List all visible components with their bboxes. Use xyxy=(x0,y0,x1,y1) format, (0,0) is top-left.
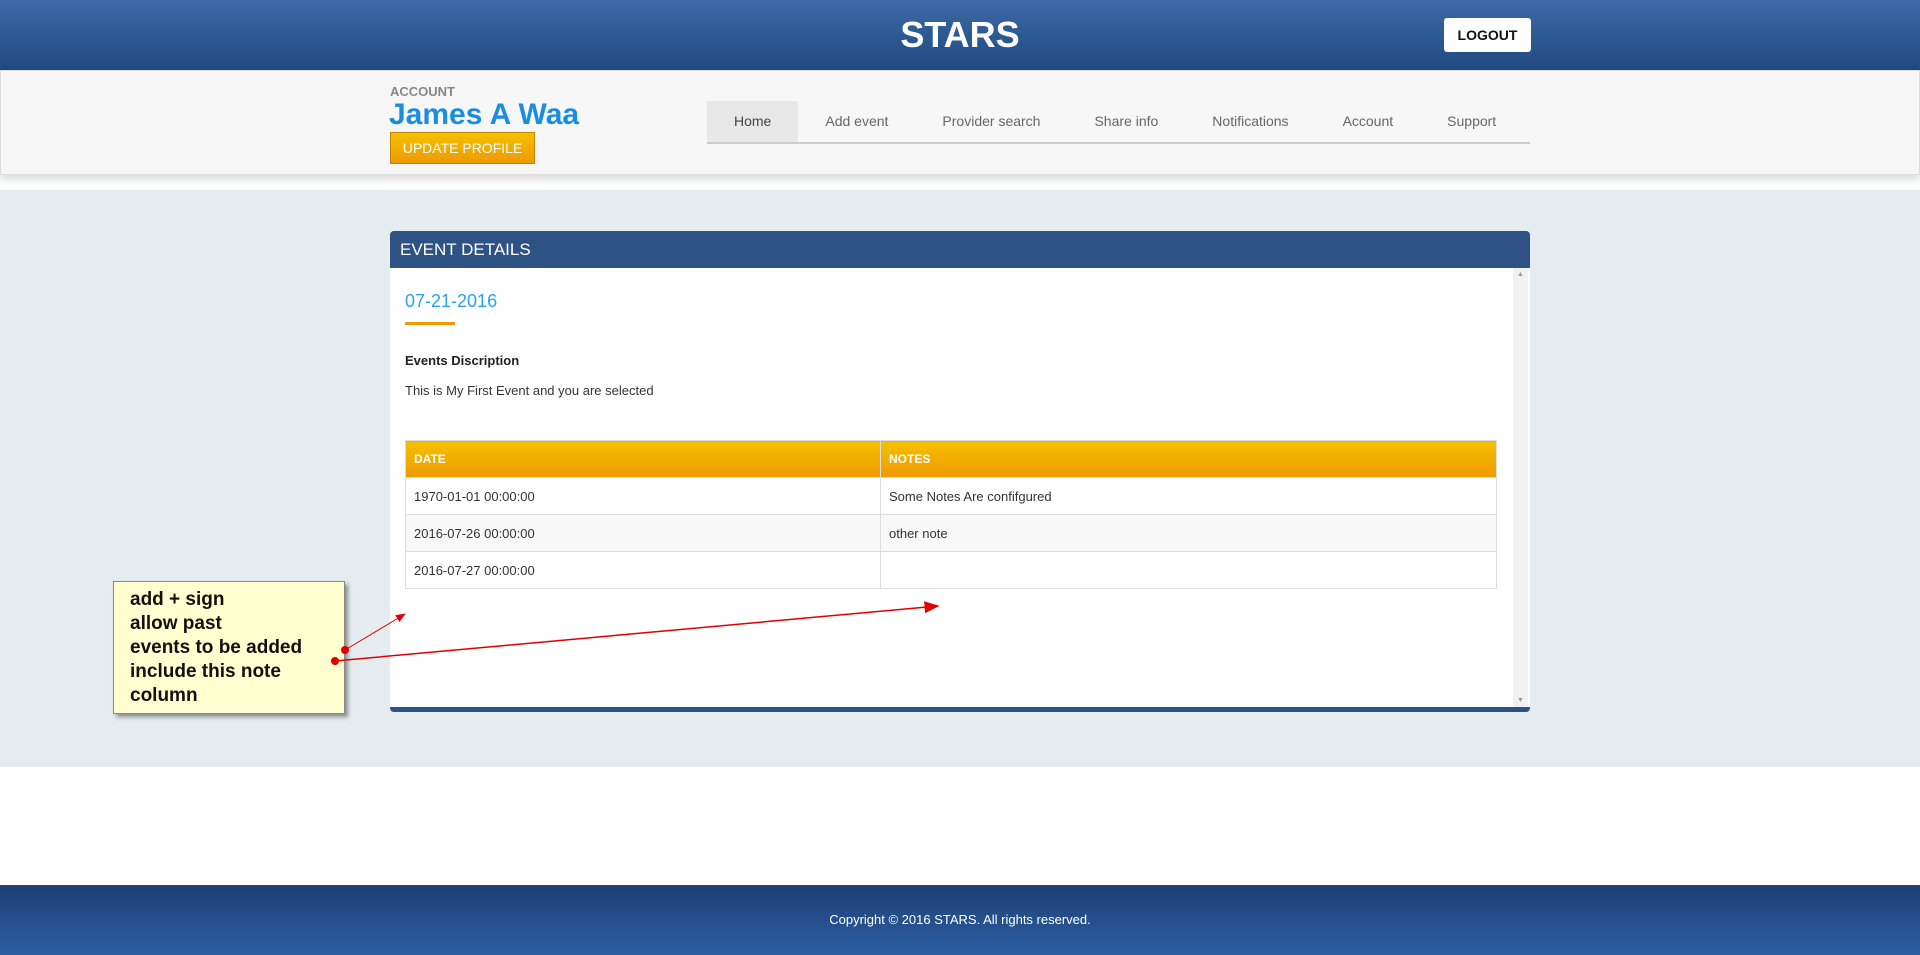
account-name: James A Waa xyxy=(389,98,580,131)
panel-scrollbar[interactable]: ▲ ▼ xyxy=(1513,268,1528,707)
note-line: include this note xyxy=(130,661,281,682)
account-label: ACCOUNT xyxy=(390,84,455,99)
event-notes-table: DATE NOTES 1970-01-01 00:00:00 Some Note… xyxy=(405,440,1497,589)
description-text: This is My First Event and you are selec… xyxy=(405,383,654,398)
note-line: events to be added xyxy=(130,637,303,658)
cell-date: 2016-07-27 00:00:00 xyxy=(405,551,881,589)
app-title: STARS xyxy=(900,14,1020,55)
cell-date: 1970-01-01 00:00:00 xyxy=(405,477,881,515)
scroll-up-icon[interactable]: ▲ xyxy=(1517,271,1524,278)
nav-add-event[interactable]: Add event xyxy=(798,101,915,142)
note-line: allow past xyxy=(130,613,222,634)
note-line: column xyxy=(130,685,198,706)
event-details-panel: EVENT DETAILS 07-21-2016 Events Discript… xyxy=(390,231,1530,712)
cell-notes: Some Notes Are confifgured xyxy=(880,477,1497,515)
event-date: 07-21-2016 xyxy=(405,291,498,311)
logout-button[interactable]: LOGOUT xyxy=(1444,18,1531,52)
top-header: STARS LOGOUT xyxy=(0,0,1920,70)
nav-home[interactable]: Home xyxy=(707,101,799,142)
table-row: 1970-01-01 00:00:00 Some Notes Are confi… xyxy=(405,477,1497,515)
update-profile-button[interactable]: UPDATE PROFILE xyxy=(390,132,535,164)
date-underline xyxy=(405,322,455,325)
note-line: add + sign xyxy=(130,589,225,610)
scroll-down-icon[interactable]: ▼ xyxy=(1517,697,1524,704)
table-row: 2016-07-27 00:00:00 xyxy=(405,551,1497,589)
column-header-date: DATE xyxy=(405,440,881,478)
column-header-notes: NOTES xyxy=(880,440,1497,478)
panel-title: EVENT DETAILS xyxy=(390,231,1530,268)
table-header-row: DATE NOTES xyxy=(405,440,1497,478)
annotation-note: add + sign allow past events to be added… xyxy=(113,581,345,714)
description-label: Events Discription xyxy=(405,353,520,368)
cell-notes xyxy=(880,551,1497,589)
cell-date: 2016-07-26 00:00:00 xyxy=(405,514,881,552)
nav-support[interactable]: Support xyxy=(1420,101,1523,142)
nav-account[interactable]: Account xyxy=(1316,101,1421,142)
nav-provider-search[interactable]: Provider search xyxy=(915,101,1067,142)
nav-notifications[interactable]: Notifications xyxy=(1185,101,1315,142)
table-row: 2016-07-26 00:00:00 other note xyxy=(405,514,1497,552)
cell-notes: other note xyxy=(880,514,1497,552)
nav-share-info[interactable]: Share info xyxy=(1067,101,1185,142)
footer: Copyright © 2016 STARS. All rights reser… xyxy=(0,885,1920,955)
main-nav: Home Add event Provider search Share inf… xyxy=(707,101,1530,144)
